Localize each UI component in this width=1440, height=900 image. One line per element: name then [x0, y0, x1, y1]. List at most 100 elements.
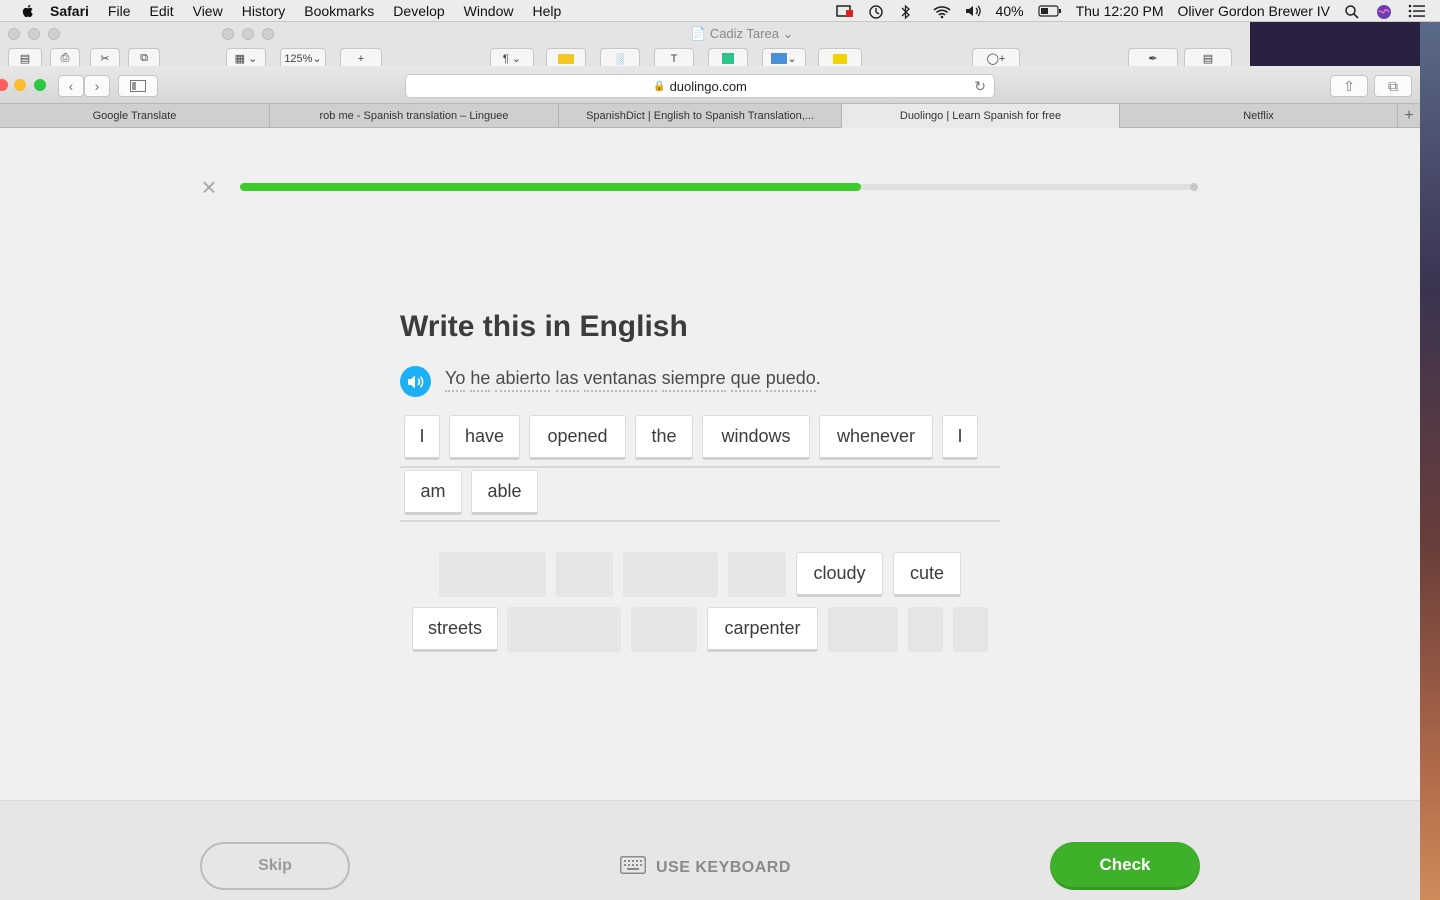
sidebar-toggle-icon[interactable]	[118, 75, 158, 97]
sentence-word[interactable]: siempre	[661, 368, 726, 392]
used-word-slot	[908, 607, 943, 652]
use-keyboard-button[interactable]: USE KEYBOARD	[620, 856, 791, 879]
back-button[interactable]: ‹	[58, 75, 84, 97]
document-icon[interactable]: ▤	[1184, 48, 1232, 68]
sentence-end: .	[815, 368, 821, 388]
copy-icon[interactable]: ⧉	[128, 48, 160, 68]
menu-develop[interactable]: Develop	[393, 3, 444, 19]
menu-edit[interactable]: Edit	[149, 3, 173, 19]
chart-icon[interactable]: ░	[600, 48, 640, 68]
reload-icon[interactable]: ↻	[974, 78, 986, 95]
media-icon[interactable]: ⌄	[762, 48, 806, 68]
progress-end-marker	[1190, 183, 1198, 191]
paragraph-icon[interactable]: ¶ ⌄	[490, 48, 534, 68]
menu-window[interactable]: Window	[464, 3, 514, 19]
wifi-icon[interactable]	[932, 4, 951, 18]
print-icon[interactable]: ⎙	[50, 48, 80, 68]
new-tab-icon[interactable]: +	[1398, 104, 1420, 127]
word-bank-chip[interactable]: cute	[893, 552, 961, 597]
address-bar[interactable]: 🔒 duolingo.com ↻	[405, 74, 995, 98]
spotlight-search-icon[interactable]	[1344, 4, 1362, 19]
menu-history[interactable]: History	[242, 3, 286, 19]
tabs-overview-icon[interactable]: ⧉	[1374, 75, 1412, 97]
window-zoom-dot[interactable]	[262, 28, 274, 40]
used-word-slot	[556, 552, 613, 597]
used-word-slot	[507, 607, 621, 652]
check-button[interactable]: Check	[1050, 842, 1200, 890]
battery-icon[interactable]	[1037, 4, 1062, 18]
user-name[interactable]: Oliver Gordon Brewer IV	[1178, 3, 1331, 19]
forward-button[interactable]: ›	[84, 75, 110, 97]
skip-button[interactable]: Skip	[200, 842, 350, 890]
close-lesson-icon[interactable]: ×	[199, 174, 219, 200]
sentence-word[interactable]: puedo	[765, 368, 816, 392]
tab-netflix[interactable]: Netflix	[1120, 104, 1398, 128]
tab-spanishdict[interactable]: SpanishDict | English to Spanish Transla…	[559, 104, 842, 128]
window-close-dot[interactable]	[222, 28, 234, 40]
answer-line	[400, 520, 1000, 522]
menu-help[interactable]: Help	[532, 3, 561, 19]
menu-bookmarks[interactable]: Bookmarks	[304, 3, 374, 19]
window-minimize-dot[interactable]	[242, 28, 254, 40]
table-icon[interactable]	[546, 48, 586, 68]
siri-icon[interactable]	[1376, 4, 1394, 19]
speaker-icon[interactable]	[400, 366, 431, 397]
share-icon[interactable]: ⇧	[1330, 75, 1368, 97]
save-icon[interactable]: ▤	[8, 48, 42, 68]
selected-word-chip[interactable]: the	[635, 415, 693, 460]
screen-recording-icon[interactable]	[835, 4, 854, 18]
duolingo-page: × Write this in English Yo he abierto la…	[0, 128, 1420, 800]
window-close-button[interactable]	[0, 79, 8, 91]
bluetooth-icon[interactable]	[900, 4, 918, 19]
add-page-icon[interactable]: +	[340, 48, 382, 68]
clock[interactable]: Thu 12:20 PM	[1076, 3, 1164, 19]
tab-duolingo[interactable]: Duolingo | Learn Spanish for free	[842, 104, 1120, 128]
view-icon[interactable]: ▦ ⌄	[226, 48, 266, 68]
shape-icon[interactable]	[708, 48, 748, 68]
used-word-slot	[728, 552, 786, 597]
selected-word-chip[interactable]: whenever	[819, 415, 933, 460]
window-minimize-button[interactable]	[14, 79, 26, 91]
zoom-dropdown[interactable]: 125% ⌄	[280, 48, 326, 68]
window-zoom-button[interactable]	[34, 79, 46, 91]
window-zoom-dot[interactable]	[48, 28, 60, 40]
selected-word-chip[interactable]: windows	[702, 415, 810, 460]
used-word-slot	[828, 607, 898, 652]
apple-icon[interactable]	[20, 3, 36, 19]
tab-linguee[interactable]: rob me - Spanish translation – Linguee	[270, 104, 559, 128]
time-machine-icon[interactable]	[868, 4, 886, 19]
window-close-dot[interactable]	[8, 28, 20, 40]
comment-icon[interactable]	[818, 48, 862, 68]
menu-view[interactable]: View	[193, 3, 223, 19]
sentence-word[interactable]: abierto	[495, 368, 551, 392]
word-bank-chip[interactable]: carpenter	[707, 607, 818, 652]
window-minimize-dot[interactable]	[28, 28, 40, 40]
lesson-progress-bar	[240, 183, 1198, 191]
selected-word-chip[interactable]: opened	[529, 415, 626, 460]
selected-word-chip[interactable]: am	[404, 470, 462, 515]
selected-word-chip[interactable]: I	[404, 415, 440, 460]
sentence-word[interactable]: que	[730, 368, 761, 392]
sentence-word[interactable]: he	[470, 368, 491, 392]
selected-word-chip[interactable]: able	[471, 470, 538, 515]
sentence-word[interactable]: Yo	[445, 368, 466, 392]
pages-document-title[interactable]: 📄 Cadiz Tarea ⌄	[690, 26, 793, 42]
volume-icon[interactable]	[964, 4, 982, 18]
word-bank-chip[interactable]: cloudy	[796, 552, 883, 597]
notification-center-icon[interactable]	[1408, 4, 1426, 18]
lock-icon: 🔒	[653, 80, 666, 92]
sentence-word[interactable]: las	[555, 368, 579, 392]
menu-file[interactable]: File	[108, 3, 131, 19]
format-icon[interactable]: ✒	[1128, 48, 1178, 68]
tab-google-translate[interactable]: Google Translate	[0, 104, 270, 128]
selected-word-chip[interactable]: have	[449, 415, 520, 460]
menu-app-name[interactable]: Safari	[50, 3, 89, 19]
collaborate-icon[interactable]: ◯+	[972, 48, 1020, 68]
prompt-title: Write this in English	[400, 310, 688, 343]
text-box-icon[interactable]: T	[654, 48, 694, 68]
selected-word-chip[interactable]: I	[942, 415, 978, 460]
sentence-word[interactable]: ventanas	[583, 368, 657, 392]
use-keyboard-label: USE KEYBOARD	[656, 858, 791, 876]
word-bank-chip[interactable]: streets	[412, 607, 498, 652]
cut-icon[interactable]: ✂	[90, 48, 120, 68]
